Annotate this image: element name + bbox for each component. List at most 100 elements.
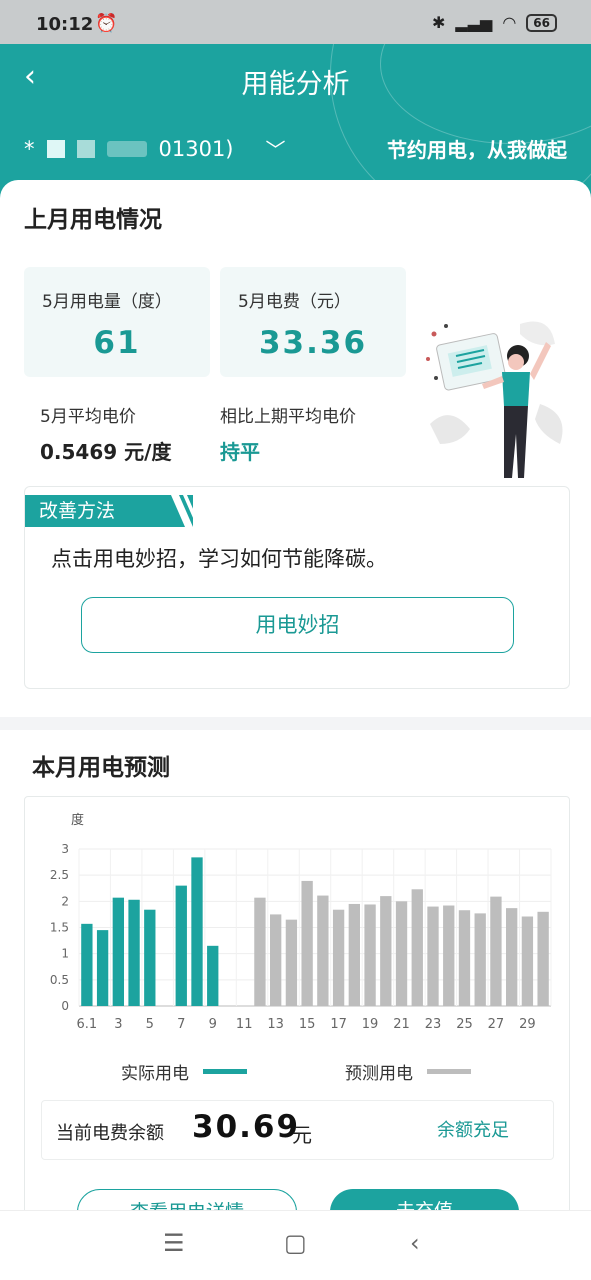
bar bbox=[207, 945, 219, 1006]
y-axis-label: 度 bbox=[71, 812, 84, 828]
battery-icon: 66 bbox=[526, 13, 557, 32]
tips-button[interactable]: 用电妙招 bbox=[81, 597, 514, 653]
bar bbox=[411, 889, 423, 1006]
fee-value: 33.36 bbox=[258, 325, 368, 361]
bluetooth-icon: ✱ bbox=[432, 13, 446, 32]
bar bbox=[285, 919, 298, 1006]
bar bbox=[364, 904, 376, 1006]
improve-panel: 改善方法 点击用电妙招，学习如何节能降碳。 用电妙招 bbox=[24, 486, 570, 689]
bar bbox=[395, 901, 408, 1006]
bar bbox=[317, 895, 329, 1006]
balance-unit: 元 bbox=[292, 1123, 312, 1147]
bar bbox=[112, 897, 124, 1006]
forecast-chart: 度32.521.510.506.1 3 5 7 9 11 13 15 17 19 21 23 25 27 2… bbox=[50, 812, 552, 1032]
bar bbox=[490, 896, 502, 1006]
masked-block bbox=[76, 139, 95, 158]
bar bbox=[521, 916, 534, 1006]
x-tick-label: 21 bbox=[393, 1017, 410, 1032]
chart-panel: 度 3 2.5 2 1.5 1 0.5 0 6.1 3 5 7 9 11 13 15 17 19 21 23 25 27 2… bbox=[24, 796, 570, 1236]
legend-actual-label: 实际用电 bbox=[121, 1064, 189, 1084]
y-tick-label: 2.5 bbox=[50, 868, 69, 882]
usage-value: 61 bbox=[93, 325, 141, 361]
last-month-card: 上月用电情况 5月用电量（度） 61 5月电费（元） 33.36 5月平均电价 … bbox=[0, 180, 591, 717]
x-tick-label: 5 bbox=[146, 1017, 154, 1032]
bar bbox=[301, 880, 313, 1006]
bar bbox=[254, 897, 266, 1006]
usage-box: 5月用电量（度） 61 bbox=[24, 267, 210, 377]
menu-icon[interactable]: ☰ bbox=[163, 1229, 185, 1257]
improve-desc: 点击用电妙招，学习如何节能降碳。 bbox=[51, 547, 387, 571]
legend-forecast-swatch bbox=[427, 1069, 471, 1074]
fee-label: 5月电费（元） bbox=[238, 292, 351, 312]
x-tick-label: 6.1 bbox=[77, 1017, 98, 1032]
status-icons: ✱ ▂▃▅ ◠ 66 bbox=[432, 13, 557, 32]
compare-value: 持平 bbox=[220, 440, 260, 464]
avg-price-value: 0.5469 元/度 bbox=[40, 440, 172, 464]
balance-status: 余额充足 bbox=[437, 1120, 509, 1141]
y-tick-label: 0 bbox=[61, 999, 69, 1013]
x-tick-label: 27 bbox=[488, 1017, 505, 1032]
bar bbox=[81, 923, 93, 1006]
x-tick-label: 25 bbox=[456, 1017, 473, 1032]
system-nav-bar: ☰ ▢ ‹ bbox=[0, 1210, 591, 1280]
alarm-icon: ⏰ bbox=[95, 13, 118, 34]
section-title: 本月用电预测 bbox=[32, 755, 170, 781]
bar bbox=[474, 913, 486, 1006]
balance-label: 当前电费余额 bbox=[56, 1123, 164, 1144]
bar bbox=[144, 909, 156, 1006]
y-tick-label: 3 bbox=[61, 842, 69, 856]
y-tick-label: 0.5 bbox=[50, 973, 69, 987]
legend-actual-swatch bbox=[203, 1069, 247, 1074]
bar bbox=[427, 906, 439, 1006]
x-tick-label: 11 bbox=[236, 1017, 253, 1032]
bar bbox=[128, 899, 140, 1006]
usage-label: 5月用电量（度） bbox=[42, 292, 172, 312]
fee-box: 5月电费（元） 33.36 bbox=[220, 267, 406, 377]
x-tick-label: 13 bbox=[267, 1017, 284, 1032]
home-icon[interactable]: ▢ bbox=[284, 1229, 307, 1257]
status-time: 10:12 bbox=[36, 14, 94, 35]
x-tick-label: 15 bbox=[299, 1017, 316, 1032]
masked-block bbox=[46, 139, 65, 158]
forecast-card: 本月用电预测 度 3 2.5 2 1.5 1 0.5 0 6.1 3 5 7 9 11 13 15 17 19 21… bbox=[0, 730, 591, 1236]
x-tick-label: 23 bbox=[425, 1017, 442, 1032]
legend-actual: 实际用电 bbox=[121, 1059, 247, 1084]
bar bbox=[506, 908, 518, 1006]
bar bbox=[175, 885, 187, 1006]
bar bbox=[443, 905, 455, 1006]
bar bbox=[348, 903, 360, 1006]
slogan: 节约用电，从我做起 bbox=[387, 138, 567, 162]
back-nav-icon[interactable]: ‹ bbox=[410, 1229, 420, 1257]
status-bar: 10:12 ⏰ ✱ ▂▃▅ ◠ 66 bbox=[0, 0, 591, 44]
balance-panel: 当前电费余额 30.69 元 余额充足 bbox=[41, 1100, 554, 1160]
wifi-icon: ◠ bbox=[502, 13, 517, 32]
y-tick-label: 1 bbox=[61, 947, 69, 961]
illustration-woman-icon bbox=[426, 321, 563, 478]
x-tick-label: 9 bbox=[209, 1017, 217, 1032]
chevron-down-icon[interactable]: ﹀ bbox=[266, 134, 286, 163]
bar bbox=[96, 930, 109, 1006]
account-prefix: * bbox=[24, 136, 35, 161]
balance-value: 30.69 bbox=[192, 1109, 301, 1145]
bar bbox=[458, 910, 471, 1006]
account-number: 01301) bbox=[158, 136, 234, 161]
legend-forecast-label: 预测用电 bbox=[345, 1064, 413, 1084]
x-tick-label: 7 bbox=[177, 1017, 185, 1032]
bar bbox=[380, 896, 392, 1006]
signal-icon: ▂▃▅ bbox=[455, 13, 493, 32]
account-selector[interactable]: * 01301) ﹀ bbox=[24, 134, 286, 163]
compare-label: 相比上期平均电价 bbox=[220, 407, 356, 427]
x-tick-label: 29 bbox=[519, 1017, 536, 1032]
y-tick-label: 1.5 bbox=[50, 921, 69, 935]
x-tick-label: 17 bbox=[330, 1017, 347, 1032]
bar bbox=[332, 909, 345, 1006]
bar bbox=[270, 914, 282, 1006]
x-tick-label: 3 bbox=[114, 1017, 122, 1032]
y-tick-label: 2 bbox=[61, 894, 69, 908]
bar bbox=[537, 911, 549, 1006]
tag-stripes-icon bbox=[171, 495, 193, 527]
bar bbox=[191, 857, 203, 1006]
avg-price-label: 5月平均电价 bbox=[40, 407, 136, 427]
section-title: 上月用电情况 bbox=[24, 207, 162, 233]
legend-forecast: 预测用电 bbox=[345, 1059, 471, 1084]
